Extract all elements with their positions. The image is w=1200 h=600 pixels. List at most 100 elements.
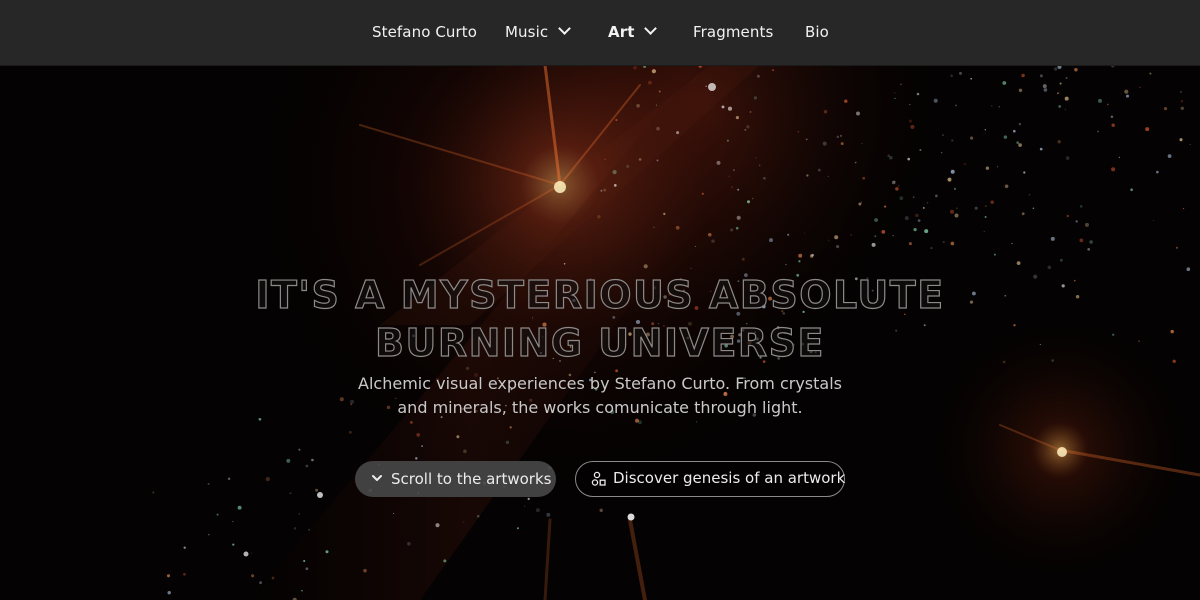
sparkle-particle (933, 98, 938, 103)
sparkle-particle (251, 574, 255, 578)
sparkle-particle (207, 482, 210, 485)
sparkle-particle (1065, 77, 1068, 79)
sparkle-particle (798, 253, 803, 258)
sparkle-particle (251, 552, 253, 554)
sparkle-particle (1032, 207, 1035, 209)
genesis-button-label: Discover genesis of an artwork (613, 469, 846, 487)
sparkle-particle (1059, 82, 1062, 85)
sparkle-particle (363, 568, 367, 573)
sparkle-particle (701, 192, 704, 195)
sparkle-particle (603, 188, 607, 192)
sparkle-particle (926, 201, 929, 204)
sparkle-particle (716, 160, 721, 165)
sparkle-particle (301, 589, 303, 592)
sparkle-particle (1016, 141, 1020, 145)
sparkle-particle (874, 235, 877, 238)
nav-item-home[interactable]: Stefano Curto (372, 0, 477, 65)
nav-item-label: Fragments (693, 23, 774, 41)
sparkle-particle (711, 239, 715, 243)
sparkle-particle (984, 129, 986, 131)
sparkle-particle (917, 219, 921, 222)
sparkle-particle (675, 225, 680, 230)
sparkle-particle (940, 151, 943, 154)
sparkle-particle (919, 148, 922, 152)
sparkle-particle (757, 74, 760, 78)
sparkle-particle (736, 215, 741, 220)
sparkle-particle (982, 133, 984, 135)
sparkle-particle (970, 136, 974, 140)
sparkle-particle (899, 196, 904, 201)
sparkle-particle (817, 168, 821, 172)
sparkle-particle (737, 188, 740, 191)
sparkle-particle (827, 175, 829, 178)
sparkle-particle (749, 110, 752, 113)
sparkle-particle (730, 186, 734, 189)
sparkle-particle (763, 176, 766, 180)
sparkle-particle (735, 116, 739, 120)
sparkle-particle (850, 234, 852, 236)
sparkle-particle (615, 369, 619, 373)
sparkle-particle (721, 105, 725, 109)
sparkle-particle (647, 80, 652, 85)
sparkle-particle (930, 247, 933, 250)
sparkle-particle (1175, 246, 1179, 249)
sparkle-particle (183, 546, 186, 549)
sparkle-particle (476, 514, 480, 518)
sparkle-particle (1124, 89, 1129, 94)
sparkle-particle (655, 104, 657, 106)
sparkle-particle (954, 213, 959, 218)
sparkle-particle (311, 458, 314, 462)
sparkle-particle (898, 185, 900, 187)
sparkle-particle (462, 521, 465, 524)
hero-subtitle-line-1: Alchemic visual experiences by Stefano C… (358, 374, 842, 393)
sparkle-particle (990, 200, 994, 204)
sparkle-particle (1179, 138, 1183, 142)
sparkle-particle (1064, 96, 1069, 101)
sparkle-particle (708, 232, 712, 237)
sparkle-particle (861, 143, 863, 145)
sparkle-particle (894, 97, 896, 100)
sparkle-particle (892, 235, 894, 237)
sparkle-particle (1125, 94, 1130, 98)
sparkle-particle (563, 263, 566, 265)
sparkle-particle (881, 230, 886, 234)
sparkle-particle (599, 508, 603, 513)
sparkle-particle (1189, 143, 1191, 145)
nav-item-bio[interactable]: Bio (805, 0, 829, 65)
sparkle-particle (207, 533, 210, 536)
scroll-to-artworks-button[interactable]: Scroll to the artworks (355, 461, 556, 497)
sparkle-particle (974, 206, 978, 210)
sparkle-particle (909, 103, 911, 106)
sparkle-particle (305, 567, 309, 570)
nav-item-music[interactable]: Music (505, 0, 572, 65)
sparkle-particle (1058, 105, 1062, 108)
sparkle-particle (916, 92, 920, 96)
sparkle-particle (893, 180, 896, 183)
sparkle-particle (303, 559, 306, 563)
sparkle-particle (787, 233, 790, 236)
sparkle-particle (643, 264, 648, 269)
sparkle-particle (895, 187, 899, 191)
nav-item-art[interactable]: Art (608, 0, 658, 65)
sparkle-particle (1065, 156, 1070, 160)
discover-genesis-button[interactable]: Discover genesis of an artwork (575, 461, 845, 497)
nav-item-fragments[interactable]: Fragments (693, 0, 773, 65)
sparkle-particle (839, 134, 843, 137)
sparkle-particle (744, 128, 747, 131)
sparkle-particle (1098, 98, 1102, 103)
sparkle-particle (894, 92, 896, 94)
sparkle-particle (705, 85, 707, 87)
sparkle-particle (1053, 67, 1058, 71)
sparkle-particle (232, 543, 235, 546)
sparkle-particle (888, 155, 893, 160)
sparkle-particle (216, 513, 219, 516)
sparkle-particle (1167, 154, 1172, 159)
sparkle-particle (183, 572, 186, 576)
sparkle-particle (941, 134, 944, 137)
sparkle-particle (435, 523, 440, 528)
sparkle-particle (908, 242, 912, 246)
sparkle-particle (840, 142, 844, 146)
sparkle-particle (908, 119, 912, 123)
sparkle-particle (730, 228, 734, 232)
sparkle-particle (1002, 81, 1007, 85)
